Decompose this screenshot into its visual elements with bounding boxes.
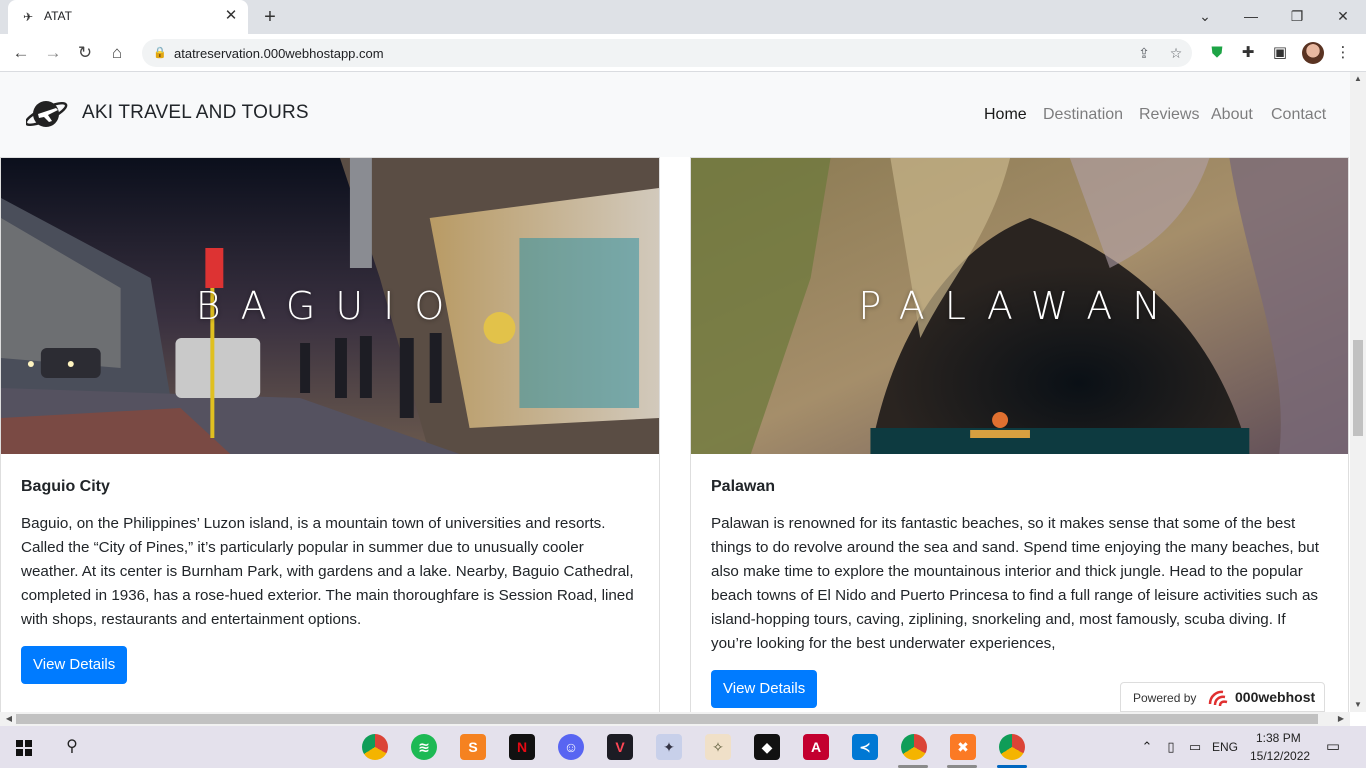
close-window-icon[interactable]: ✕ [1320,4,1366,28]
web-page: AKI TRAVEL AND TOURS Home Destination Re… [0,72,1350,712]
brand-name[interactable]: AKI TRAVEL AND TOURS [82,102,309,124]
tab-search-icon[interactable]: ⌄ [1182,4,1228,28]
discord-icon[interactable]: ☺ [558,734,584,760]
chrome-profile-icon[interactable] [901,734,927,760]
show-hidden-icons-chevron-icon[interactable]: ⌃ [1138,738,1156,756]
sublime-text-icon[interactable]: S [460,734,486,760]
card-title: Palawan [711,478,776,495]
genshin-icon[interactable]: ✧ [705,734,731,760]
horizontal-scrollbar[interactable]: ◀ ▶ [0,712,1350,726]
forward-icon[interactable]: → [40,40,66,66]
spotify-icon[interactable]: ≋ [411,734,437,760]
nav-reviews[interactable]: Reviews [1139,106,1199,124]
minimize-icon[interactable]: — [1228,4,1274,28]
network-icon[interactable]: ▭ [1186,738,1204,756]
tab-title: ATAT [44,9,72,23]
close-tab-icon[interactable]: ✕ [222,7,240,25]
site-navbar: AKI TRAVEL AND TOURS Home Destination Re… [0,72,1350,157]
chrome-icon[interactable] [362,734,388,760]
destination-card-palawan: PALAWAN Palawan Palawan is renowned for … [690,157,1349,712]
card-description: Palawan is renowned for its fantastic be… [711,515,1319,652]
scroll-right-icon[interactable]: ▶ [1334,712,1348,726]
card-title: Baguio City [21,478,110,495]
new-tab-icon[interactable]: + [258,5,282,29]
cat-app-icon[interactable]: ◆ [754,734,780,760]
view-details-button[interactable]: View Details [711,670,818,708]
palawan-photo: PALAWAN [691,158,1348,454]
search-icon[interactable]: ⚲ [63,738,81,756]
view-details-button[interactable]: View Details [21,646,128,684]
nav-contact[interactable]: Contact [1271,106,1326,124]
battery-icon[interactable]: ▯ [1162,738,1180,756]
nav-destination[interactable]: Destination [1043,106,1123,124]
site-favicon-icon: ✈ [22,10,34,24]
notifications-icon[interactable]: ▭ [1324,738,1342,756]
language-indicator[interactable]: ENG [1212,740,1238,754]
bookmark-star-icon[interactable]: ☆ [1166,43,1186,63]
airplane-globe-logo-icon[interactable] [26,96,70,132]
scroll-up-icon[interactable]: ▲ [1350,72,1366,86]
reload-icon[interactable]: ↻ [72,40,98,66]
clock-date[interactable]: 15/12/2022 [1250,749,1310,763]
url-text[interactable]: atatreservation.000webhostapp.com [174,46,384,61]
windows-start-icon[interactable] [16,740,32,756]
side-panel-icon[interactable]: ▣ [1269,42,1291,64]
menu-kebab-icon[interactable]: ⋮ [1332,42,1354,64]
share-icon[interactable]: ⇪ [1134,43,1154,63]
powered-by-badge[interactable]: Powered by 000webhost [1120,682,1325,712]
profile-avatar[interactable] [1302,42,1324,64]
back-icon[interactable]: ← [8,40,34,66]
browser-tab[interactable]: ✈ ATAT ✕ [8,0,248,34]
restore-icon[interactable]: ❐ [1274,4,1320,28]
clock-time[interactable]: 1:38 PM [1256,731,1301,745]
baguio-overlay-title: BAGUIO [195,284,465,328]
windows-taskbar: ⚲ ≋ S N ☺ V ✦ ✧ ◆ A ≺ ✖ ⌃ ▯ ▭ ENG 1:38 P… [0,726,1366,768]
webhost-logo-icon [1208,690,1228,707]
horizontal-scroll-thumb[interactable] [16,714,1318,724]
palawan-overlay-title: PALAWAN [858,284,1181,328]
home-icon[interactable]: ⌂ [104,40,130,66]
baguio-photo: BAGUIO [1,158,659,454]
browser-tab-bar: ✈ ATAT ✕ + ⌄ — ❐ ✕ [0,0,1366,34]
lock-icon[interactable]: 🔒 [152,45,168,61]
netflix-icon[interactable]: N [509,734,535,760]
address-bar[interactable]: 🔒 atatreservation.000webhostapp.com ⇪ ☆ [142,39,1192,67]
destination-card-baguio: BAGUIO Baguio City Baguio, on the Philip… [0,157,660,712]
browser-toolbar: ← → ↻ ⌂ 🔒 atatreservation.000webhostapp.… [0,34,1366,72]
adblock-shield-icon[interactable]: ⛊ [1206,42,1228,64]
nav-home[interactable]: Home [984,106,1027,124]
powered-by-label: Powered by [1133,691,1197,705]
scroll-down-icon[interactable]: ▼ [1350,698,1366,712]
nav-about[interactable]: About [1211,106,1253,124]
scroll-left-icon[interactable]: ◀ [2,712,16,726]
vertical-scrollbar[interactable]: ▲ ▼ [1350,72,1366,712]
chrome-active-icon[interactable] [999,734,1025,760]
game-launcher-icon[interactable]: ✦ [656,734,682,760]
card-description: Baguio, on the Philippines’ Luzon island… [21,515,634,628]
vscode-icon[interactable]: ≺ [852,734,878,760]
xampp-icon[interactable]: ✖ [950,734,976,760]
valorant-icon[interactable]: V [607,734,633,760]
vertical-scroll-thumb[interactable] [1353,340,1363,436]
powered-by-brand: 000webhost [1235,689,1316,705]
angular-icon[interactable]: A [803,734,829,760]
extensions-puzzle-icon[interactable]: ✚ [1237,42,1259,64]
